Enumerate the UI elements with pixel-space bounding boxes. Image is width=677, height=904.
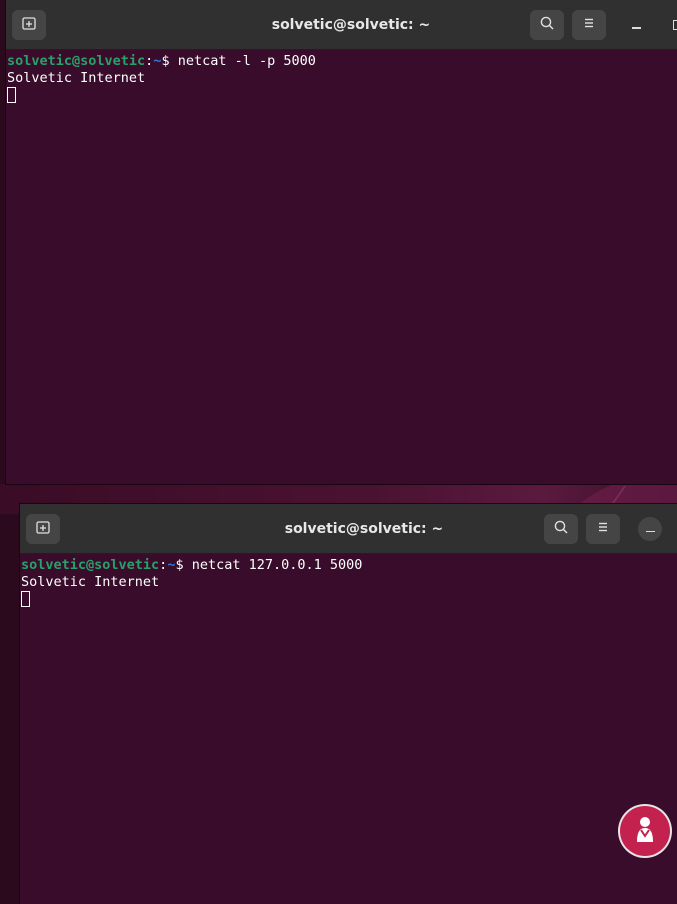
command-line: solvetic@solvetic:~$ netcat 127.0.0.1 50… <box>21 557 677 574</box>
command-line: solvetic@solvetic:~$ netcat -l -p 5000 <box>7 53 677 70</box>
text-cursor <box>7 87 16 103</box>
hamburger-menu-icon <box>581 15 597 35</box>
menu-button[interactable] <box>572 10 606 40</box>
search-button[interactable] <box>530 10 564 40</box>
prompt-user-host: solvetic@solvetic <box>21 557 160 573</box>
text-cursor <box>21 591 30 607</box>
terminal-output[interactable]: solvetic@solvetic:~$ netcat -l -p 5000 So… <box>6 50 677 105</box>
minimize-icon <box>645 530 655 533</box>
output-line: Solvetic Internet <box>21 574 160 590</box>
command-text: netcat -l -p 5000 <box>177 53 316 69</box>
terminal-window-top[interactable]: solvetic@solvetic: ~ solvetic@solvetic:~… <box>6 0 677 484</box>
search-button[interactable] <box>544 514 578 544</box>
prompt-user-host: solvetic@solvetic <box>7 53 146 69</box>
cursor-line <box>7 87 677 105</box>
new-tab-button[interactable] <box>12 10 46 40</box>
search-icon <box>539 15 555 35</box>
search-icon <box>553 519 569 539</box>
person-logo-icon <box>628 812 662 850</box>
new-tab-icon <box>35 519 51 539</box>
minimize-button[interactable] <box>624 13 648 37</box>
new-tab-icon <box>21 15 37 35</box>
hamburger-menu-icon <box>595 519 611 539</box>
menu-button[interactable] <box>586 514 620 544</box>
output-line: Solvetic Internet <box>7 70 146 86</box>
window-title: solvetic@solvetic: ~ <box>284 520 444 537</box>
command-text: netcat 127.0.0.1 5000 <box>191 557 363 573</box>
prompt-symbol: $ <box>161 53 178 69</box>
cursor-line <box>21 591 677 609</box>
new-tab-button[interactable] <box>26 514 60 544</box>
minimize-icon <box>631 27 641 29</box>
solvetic-logo <box>620 806 670 856</box>
minimize-button[interactable] <box>638 517 662 541</box>
maximize-icon <box>673 20 677 30</box>
titlebar[interactable]: solvetic@solvetic: ~ <box>6 0 677 50</box>
terminal-output[interactable]: solvetic@solvetic:~$ netcat 127.0.0.1 50… <box>20 554 677 609</box>
titlebar[interactable]: solvetic@solvetic: ~ <box>20 504 677 554</box>
prompt-symbol: $ <box>175 557 192 573</box>
terminal-window-bottom[interactable]: solvetic@solvetic: ~ solvetic@solvetic:~… <box>20 504 677 904</box>
